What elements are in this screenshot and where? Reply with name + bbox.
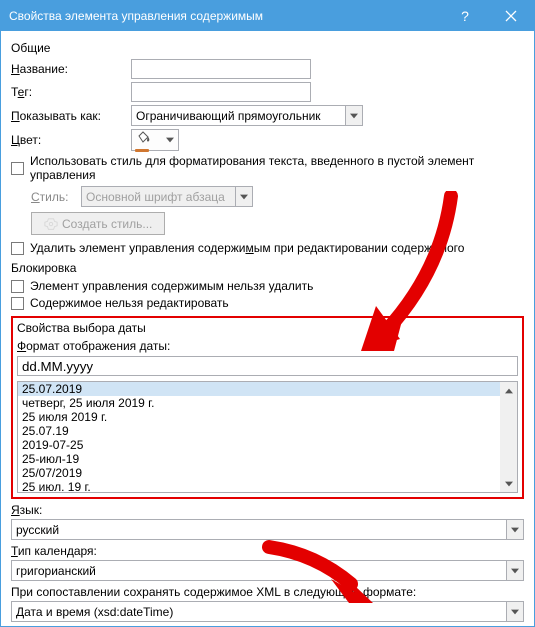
style-label: Стиль: [31,190,81,204]
showas-value: Ограничивающий прямоугольник [136,109,321,123]
group-locking: Блокировка [11,261,524,275]
cannot-edit-label: Содержимое нельзя редактировать [30,296,229,310]
format-label: Формат отображения даты: [17,339,518,353]
cannot-delete-label: Элемент управления содержимым нельзя уда… [30,279,313,293]
paint-bucket-icon [135,129,151,152]
scrollbar[interactable] [500,382,517,492]
dialog-title: Свойства элемента управления содержимым [9,9,263,23]
list-item[interactable]: 25 июля 2019 г. [18,410,500,424]
chevron-down-icon [235,187,252,206]
chevron-down-icon [506,602,523,621]
list-item[interactable]: четверг, 25 июля 2019 г. [18,396,500,410]
close-button[interactable] [488,1,534,31]
list-item[interactable]: 25.07.19 [18,424,500,438]
language-dropdown[interactable]: русский [11,519,524,540]
showas-dropdown[interactable]: Ограничивающий прямоугольник [131,105,363,126]
language-value: русский [16,523,59,537]
new-style-button: Создать стиль... [31,212,165,235]
chevron-down-icon [165,137,175,143]
list-item[interactable]: 25-июл-19 [18,452,500,466]
color-dropdown[interactable] [131,129,179,151]
scroll-up-icon[interactable] [500,382,517,399]
xml-storage-label: При сопоставлении сохранять содержимое X… [11,585,524,599]
dialog-content: Общие Название: Тег: Показывать как: Огр… [1,31,534,626]
calendar-type-value: григорианский [16,564,96,578]
name-label: Название: [11,62,131,76]
group-date: Свойства выбора даты [17,321,518,335]
showas-label: Показывать как: [11,109,131,123]
style-value: Основной шрифт абзаца [86,190,225,204]
date-format-listbox[interactable]: 25.07.2019 четверг, 25 июля 2019 г. 25 и… [17,381,518,493]
color-label: Цвет: [11,133,131,147]
help-button[interactable]: ? [442,1,488,31]
scroll-down-icon[interactable] [500,475,517,492]
calendar-type-label: Тип календаря: [11,544,524,558]
chevron-down-icon [506,520,523,539]
list-item[interactable]: 25/07/2019 [18,466,500,480]
titlebar: Свойства элемента управления содержимым … [1,1,534,31]
group-general: Общие [11,41,524,55]
style-dropdown: Основной шрифт абзаца [81,186,253,207]
chevron-down-icon [506,561,523,580]
xml-storage-value: Дата и время (xsd:dateTime) [16,605,173,619]
tag-input[interactable] [131,82,311,102]
delete-on-edit-label: Удалить элемент управления содержимым пр… [30,241,464,255]
tag-label: Тег: [11,85,131,99]
name-input[interactable] [131,59,311,79]
date-format-input[interactable] [17,356,518,376]
cannot-delete-checkbox[interactable] [11,280,24,293]
calendar-type-dropdown[interactable]: григорианский [11,560,524,581]
list-item[interactable]: 25.07.2019 [18,382,500,396]
dialog-window: Свойства элемента управления содержимым … [0,0,535,627]
use-style-label: Использовать стиль для форматирования те… [30,154,524,182]
date-properties-highlight: Свойства выбора даты Формат отображения … [11,316,524,499]
use-style-checkbox[interactable] [11,162,24,175]
cannot-edit-checkbox[interactable] [11,297,24,310]
list-item[interactable]: 25 июл. 19 г. [18,480,500,492]
list-item[interactable]: 2019-07-25 [18,438,500,452]
chevron-down-icon [345,106,362,125]
lang-label: Язык: [11,503,524,517]
xml-storage-dropdown[interactable]: Дата и время (xsd:dateTime) [11,601,524,622]
delete-on-edit-checkbox[interactable] [11,242,24,255]
